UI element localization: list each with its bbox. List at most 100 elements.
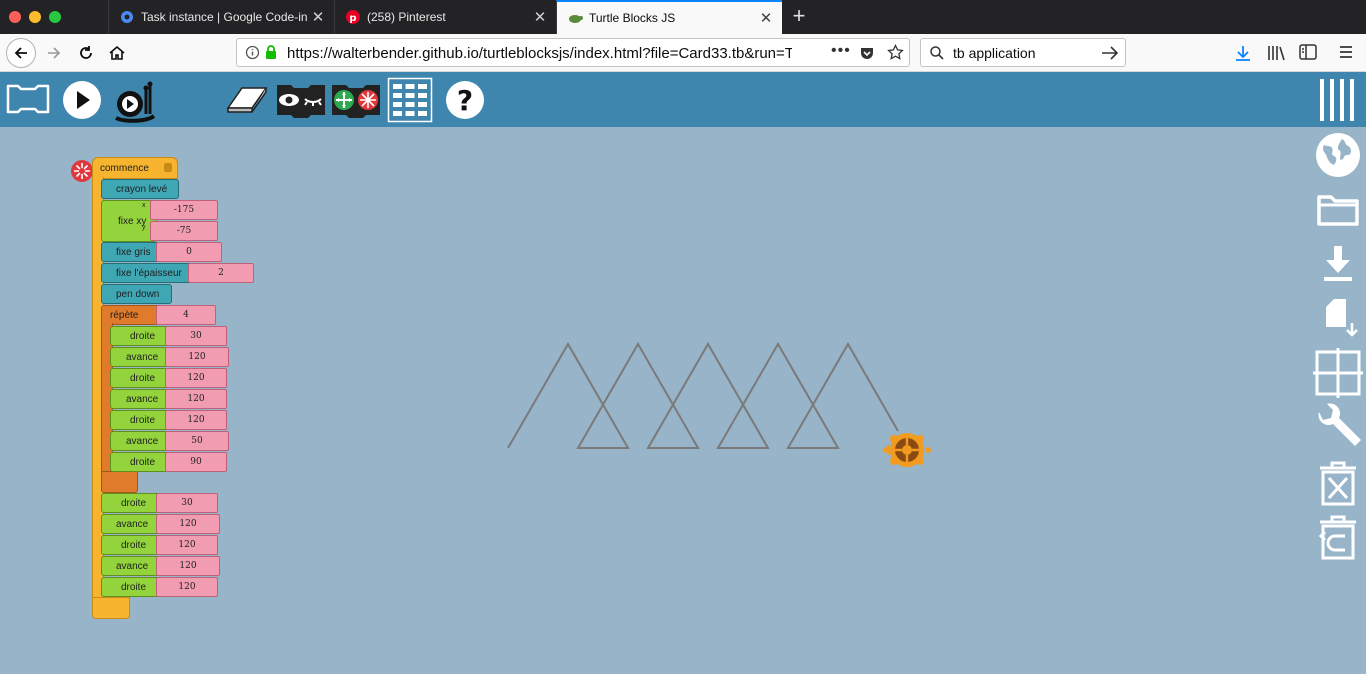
settings-button[interactable] [1312, 403, 1364, 451]
browser-nav-bar: https://walterbender.github.io/turtleblo… [0, 34, 1366, 72]
loop-forward-block[interactable]: avance [110, 431, 170, 451]
set-grey-block[interactable]: fixe gris [101, 242, 161, 262]
bookmark-star-icon[interactable] [887, 43, 904, 66]
tab-title: Task instance | Google Code-in [141, 10, 308, 24]
info-icon[interactable] [245, 45, 260, 65]
block-label: droite [130, 372, 156, 384]
tab-turtle-blocks[interactable]: Turtle Blocks JS ✕ [556, 0, 782, 34]
value[interactable]: 120 [156, 535, 218, 555]
value[interactable]: 120 [156, 577, 218, 597]
save-stack-button[interactable] [1312, 293, 1364, 341]
loop-value[interactable]: 90 [165, 452, 227, 472]
loop-forward-block[interactable]: avance [110, 347, 170, 367]
delete-button[interactable] [1312, 459, 1364, 507]
y-value[interactable]: -75 [150, 221, 218, 241]
close-tab-icon[interactable]: ✕ [756, 9, 776, 27]
clear-button[interactable] [224, 82, 270, 116]
search-input[interactable]: tb application [953, 45, 1036, 61]
loop-value[interactable]: 30 [165, 326, 227, 346]
right-block[interactable]: droite [101, 535, 161, 555]
hamburger-menu-icon[interactable] [1338, 44, 1354, 65]
downloads-icon[interactable] [1234, 44, 1252, 67]
loop-right-block[interactable]: droite [110, 326, 170, 346]
start-block[interactable]: commence [92, 157, 178, 179]
maximize-window-button[interactable] [49, 11, 61, 23]
x-value[interactable]: -175 [150, 200, 218, 220]
open-file-button[interactable] [1312, 185, 1364, 233]
loop-value[interactable]: 120 [165, 347, 229, 367]
reload-button[interactable] [72, 39, 100, 67]
value[interactable]: 30 [156, 493, 218, 513]
slow-run-button[interactable] [112, 78, 162, 124]
blocks-toggle-button[interactable] [4, 79, 52, 119]
right-block[interactable]: droite [101, 493, 161, 513]
tab-pinterest[interactable]: p (258) Pinterest ✕ [334, 0, 556, 34]
repeat-value[interactable]: 4 [156, 305, 216, 325]
tab-code-in[interactable]: Task instance | Google Code-in ✕ [108, 0, 334, 34]
back-button[interactable] [6, 38, 36, 68]
url-bar[interactable]: https://walterbender.github.io/turtleblo… [236, 38, 910, 67]
loop-right-block[interactable]: droite [110, 452, 170, 472]
run-icon [63, 81, 101, 119]
block-label: droite [121, 581, 147, 593]
restore-button[interactable] [1312, 513, 1364, 561]
loop-right-block[interactable]: droite [110, 410, 170, 430]
set-pensize-block[interactable]: fixe l'épaisseur [101, 263, 193, 283]
search-go-icon[interactable] [1101, 45, 1119, 66]
search-icon [929, 45, 945, 66]
close-tab-icon[interactable]: ✕ [308, 8, 328, 26]
turtle-sprite[interactable] [880, 429, 932, 471]
repeat-block[interactable]: répète [101, 305, 161, 325]
collapse-expand-icon [332, 85, 380, 118]
tab-title: (258) Pinterest [367, 10, 446, 24]
close-window-button[interactable] [9, 11, 21, 23]
grey-value[interactable]: 0 [156, 242, 222, 262]
save-button[interactable] [1312, 239, 1364, 287]
block-label: droite [130, 456, 156, 468]
forward-block[interactable]: avance [101, 556, 161, 576]
language-button[interactable] [1312, 131, 1364, 179]
value[interactable]: 120 [156, 514, 220, 534]
palette-grid-button[interactable] [387, 77, 433, 123]
loop-value[interactable]: 120 [165, 368, 227, 388]
gear-icon [119, 9, 135, 25]
value[interactable]: 120 [156, 556, 220, 576]
run-button[interactable] [60, 78, 104, 122]
drawing-canvas[interactable]: commence crayon levé fixe xy x y -175 -7… [0, 127, 1366, 674]
arrow-right-icon [48, 47, 61, 59]
pinterest-icon: p [345, 9, 361, 25]
pen-up-block[interactable]: crayon levé [101, 179, 179, 199]
setxy-block[interactable]: fixe xy [101, 200, 157, 242]
page-actions-icon[interactable]: ••• [831, 42, 851, 60]
collapse-stack-icon[interactable] [70, 159, 94, 183]
close-tab-icon[interactable]: ✕ [530, 8, 550, 26]
library-icon[interactable] [1266, 44, 1286, 67]
grid-button[interactable] [1312, 348, 1364, 398]
loop-value[interactable]: 120 [165, 389, 227, 409]
search-bar[interactable]: tb application [920, 38, 1126, 67]
minimize-window-button[interactable] [29, 11, 41, 23]
restore-trash-icon [1318, 515, 1356, 560]
pensize-value[interactable]: 2 [188, 263, 254, 283]
loop-value[interactable]: 120 [165, 410, 227, 430]
pocket-icon[interactable] [859, 45, 875, 66]
help-button[interactable]: ? [443, 78, 487, 122]
folder-icon [1317, 195, 1359, 226]
show-hide-blocks-button[interactable] [275, 80, 327, 120]
sidebar-icon[interactable] [1299, 44, 1317, 65]
grid-icon [1313, 348, 1363, 398]
pen-down-block[interactable]: pen down [101, 284, 172, 304]
start-block-foot [92, 597, 130, 619]
menu-bars-button[interactable] [1316, 76, 1360, 124]
loop-value[interactable]: 50 [165, 431, 229, 451]
loop-forward-block[interactable]: avance [110, 389, 170, 409]
right-block[interactable]: droite [101, 577, 161, 597]
set-grey-label: fixe gris [116, 246, 151, 258]
collapse-expand-button[interactable] [330, 80, 382, 120]
block-label: droite [121, 497, 147, 509]
new-tab-button[interactable]: + [786, 4, 812, 30]
forward-block[interactable]: avance [101, 514, 161, 534]
home-button[interactable] [103, 39, 131, 67]
loop-right-block[interactable]: droite [110, 368, 170, 388]
forward-button[interactable] [40, 39, 68, 67]
